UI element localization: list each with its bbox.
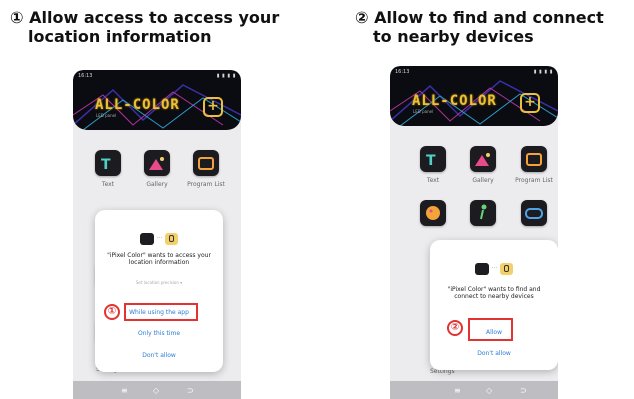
app-banner: 16:13 ▮ ▮ ▮ ▮ ALL-COLOR LED panel + xyxy=(73,70,241,130)
svg-text:T: T xyxy=(101,157,111,173)
status-icons: ▮ ▮ ▮ ▮ xyxy=(216,73,236,79)
program-list-icon xyxy=(198,157,214,170)
nav-bar: ≡ ◇ ⊃ xyxy=(73,381,241,399)
step-1-badge: ① xyxy=(104,304,120,320)
nearby-devices-icon xyxy=(500,262,514,275)
gallery-tile[interactable] xyxy=(470,146,496,172)
step-2-title: ② Allow to find and connect to nearby de… xyxy=(355,8,604,46)
menu-icon[interactable]: ≡ xyxy=(454,386,461,395)
gallery-icon xyxy=(149,157,164,170)
tile-label-program-list: Program List xyxy=(187,181,225,188)
add-button[interactable]: + xyxy=(520,93,540,113)
step-2-badge: ② xyxy=(447,320,463,336)
step-2-title-line2: to nearby devices xyxy=(373,27,534,46)
dont-allow-option[interactable]: Don't allow xyxy=(95,352,223,359)
app-logo: ALL-COLOR xyxy=(412,93,497,109)
connector-dots: ··· xyxy=(491,265,498,272)
app-logo-subtitle: LED panel xyxy=(96,113,117,118)
nearby-devices-permission-dialog: ··· "iPixel Color" wants to find and con… xyxy=(430,240,558,370)
dialog-icons: ··· xyxy=(95,228,223,245)
tile-label-text: Text xyxy=(101,181,115,188)
tile-label-gallery: Gallery xyxy=(146,181,168,188)
location-icon xyxy=(165,232,179,245)
home-icon[interactable]: ◇ xyxy=(153,386,159,395)
palette-tile[interactable] xyxy=(420,200,446,226)
text-tile[interactable]: T xyxy=(95,150,121,176)
home-icon[interactable]: ◇ xyxy=(486,386,492,395)
connector-dots: ··· xyxy=(156,235,163,242)
precision-hint[interactable]: Set location precision ▾ xyxy=(101,280,217,285)
app-logo: ALL-COLOR xyxy=(95,97,180,113)
only-this-time-option[interactable]: Only this time xyxy=(95,330,223,337)
step-1-title-line1: Allow access to access your xyxy=(29,8,280,27)
nav-bar: ≡ ◇ ⊃ xyxy=(390,381,558,399)
program-list-icon xyxy=(526,153,542,166)
tile-label-program-list: Program List xyxy=(515,177,553,184)
permission-message: "iPixel Color" wants to find and connect… xyxy=(447,286,541,300)
phone-screenshot-right: 16:13 ▮ ▮ ▮ ▮ ALL-COLOR LED panel + T Te… xyxy=(390,66,558,399)
status-time: 16:13 xyxy=(78,73,93,79)
program-list-tile[interactable] xyxy=(193,150,219,176)
status-time: 16:13 xyxy=(395,69,410,75)
back-icon[interactable]: ⊃ xyxy=(520,386,527,395)
app-icon xyxy=(139,232,154,245)
status-bar: 16:13 ▮ ▮ ▮ ▮ xyxy=(395,69,553,77)
palette-icon xyxy=(426,206,440,220)
highlight-box xyxy=(124,303,198,321)
back-icon[interactable]: ⊃ xyxy=(187,386,194,395)
phone-screenshot-left: 16:13 ▮ ▮ ▮ ▮ ALL-COLOR LED panel + T Te… xyxy=(73,70,241,399)
gallery-icon xyxy=(475,153,490,166)
gallery-tile[interactable] xyxy=(144,150,170,176)
svg-text:T: T xyxy=(426,153,436,169)
dont-allow-option[interactable]: Don't allow xyxy=(430,350,558,357)
runner-tile[interactable] xyxy=(470,200,496,226)
app-logo-subtitle: LED panel xyxy=(413,109,434,114)
menu-icon[interactable]: ≡ xyxy=(121,386,128,395)
app-banner: 16:13 ▮ ▮ ▮ ▮ ALL-COLOR LED panel + xyxy=(390,66,558,126)
text-icon: T xyxy=(101,157,111,173)
text-tile[interactable]: T xyxy=(420,146,446,172)
gamepad-icon xyxy=(525,208,543,219)
highlight-box xyxy=(468,318,513,341)
step-1-number: ① xyxy=(10,8,24,27)
gamepad-tile[interactable] xyxy=(521,200,547,226)
location-permission-dialog: ··· "iPixel Color" wants to access your … xyxy=(95,210,223,372)
add-button[interactable]: + xyxy=(203,97,223,117)
step-2-title-line1: Allow to find and connect xyxy=(374,8,604,27)
status-bar: 16:13 ▮ ▮ ▮ ▮ xyxy=(78,73,236,81)
step-1-title-line2: location information xyxy=(28,27,212,46)
step-1-title: ① Allow access to access your location i… xyxy=(10,8,279,46)
tile-label-text: Text xyxy=(426,177,440,184)
step-2-number: ② xyxy=(355,8,369,27)
program-list-tile[interactable] xyxy=(521,146,547,172)
text-icon: T xyxy=(426,153,436,169)
tile-label-gallery: Gallery xyxy=(472,177,494,184)
status-icons: ▮ ▮ ▮ ▮ xyxy=(533,69,553,75)
runner-icon xyxy=(480,204,487,220)
permission-message: "iPixel Color" wants to access your loca… xyxy=(107,252,211,266)
dialog-icons: ··· xyxy=(430,258,558,275)
app-icon xyxy=(474,262,489,275)
